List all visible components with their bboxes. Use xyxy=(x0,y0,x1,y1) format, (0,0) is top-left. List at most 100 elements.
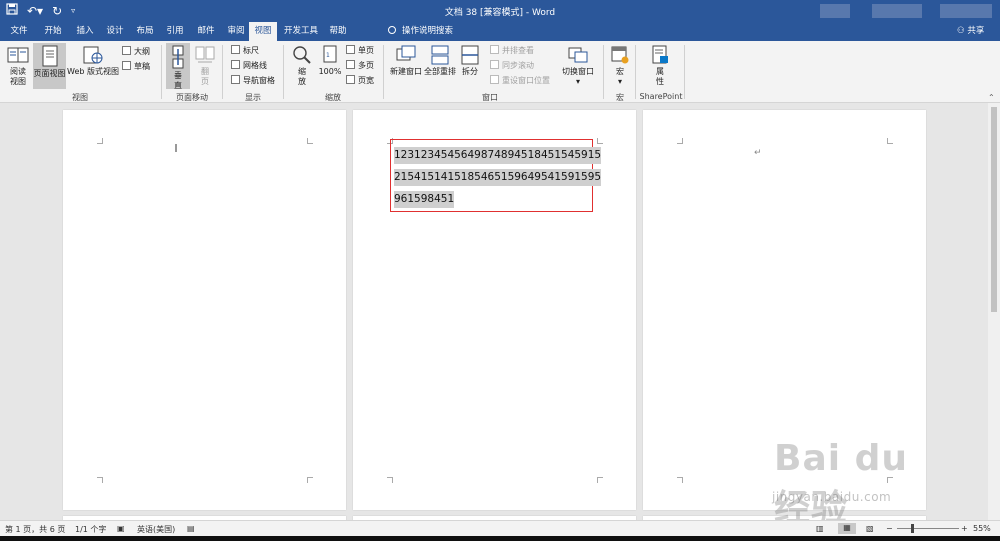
tab-review[interactable]: 审阅 xyxy=(221,22,251,41)
one-page-button[interactable]: 单页 xyxy=(346,45,374,57)
gridlines-label: 网格线 xyxy=(243,61,267,70)
zoom-100-button[interactable]: 1 100% xyxy=(317,45,343,89)
tab-home[interactable]: 开始 xyxy=(38,22,68,41)
zoom-slider[interactable] xyxy=(897,524,959,533)
web-layout-icon xyxy=(83,46,103,64)
print-layout-button[interactable]: 页面视图 xyxy=(33,43,66,89)
multiple-pages-icon xyxy=(346,60,355,69)
ruler-checkbox[interactable]: 标尺 xyxy=(231,45,259,57)
draft-icon xyxy=(122,61,131,70)
zoom-group-label: 缩放 xyxy=(325,93,341,102)
crop-mark xyxy=(887,138,893,144)
draft-button[interactable]: 草稿 xyxy=(122,61,150,73)
gridlines-checkbox[interactable]: 网格线 xyxy=(231,60,267,72)
ribbon-tabs: 文件 开始 插入 设计 布局 引用 邮件 审阅 视图 开发工具 帮助 操作说明搜… xyxy=(0,22,1000,41)
proofing-icon[interactable]: ▣ xyxy=(117,524,125,533)
collapse-ribbon-icon[interactable]: ⌃ xyxy=(988,93,995,102)
tab-mailings[interactable]: 邮件 xyxy=(191,22,221,41)
zoom-slider-thumb[interactable] xyxy=(911,524,914,533)
split-icon xyxy=(461,45,479,65)
ribbon: 阅读 视图 页面视图 Web 版式视图 大纲 草稿 视图 垂 直 翻 页 页面移… xyxy=(0,41,1000,103)
read-mode-view-icon[interactable]: ▥ xyxy=(816,524,824,533)
crop-mark xyxy=(307,138,313,144)
print-layout-view-icon[interactable]: ▦ xyxy=(838,523,856,534)
language[interactable]: 英语(美国) xyxy=(137,524,175,535)
ruler-check-icon xyxy=(231,45,240,54)
page-movement-group-label: 页面移动 xyxy=(176,93,208,102)
vertical-scrollbar[interactable] xyxy=(988,103,1000,520)
tab-insert[interactable]: 插入 xyxy=(70,22,100,41)
new-window-button[interactable]: 新建窗口 xyxy=(388,45,424,89)
zoom-percent[interactable]: 55% xyxy=(973,524,991,533)
vertical-button[interactable]: 垂 直 xyxy=(166,43,190,90)
web-layout-view-icon[interactable]: ▧ xyxy=(866,524,874,533)
nav-pane-check-icon xyxy=(231,75,240,84)
tab-references[interactable]: 引用 xyxy=(160,22,190,41)
arrange-all-button[interactable]: 全部重排 xyxy=(423,45,457,89)
view-side-by-side-label: 并排查看 xyxy=(502,46,534,55)
paragraph-mark-icon: ↵ xyxy=(754,148,762,158)
page-1[interactable] xyxy=(63,110,346,510)
sync-scroll-button[interactable]: 同步滚动 xyxy=(490,60,534,72)
split-label: 拆分 xyxy=(462,67,478,76)
macro-recording-icon[interactable]: ▤ xyxy=(187,524,195,533)
zoom-out-button[interactable]: − xyxy=(886,524,893,533)
text-line-1[interactable]: 1231234545649874894518451545915 xyxy=(394,147,602,164)
page-3[interactable]: ↵ xyxy=(643,110,926,510)
group-separator xyxy=(283,45,284,99)
tab-layout[interactable]: 布局 xyxy=(130,22,160,41)
text-line-3[interactable]: 961598451 xyxy=(394,191,455,208)
word-count[interactable]: 1/1 个字 xyxy=(75,524,106,535)
zoom-button[interactable]: 缩 放 xyxy=(290,45,314,89)
nav-pane-checkbox[interactable]: 导航窗格 xyxy=(231,75,275,87)
document-area[interactable]: ↵ 1231234545649874894518451545915 215415… xyxy=(0,103,1000,520)
scrollbar-thumb[interactable] xyxy=(991,107,997,312)
account-area[interactable] xyxy=(820,4,850,18)
share-button[interactable]: ⚇ 共享 xyxy=(957,22,984,41)
view-side-by-side-icon xyxy=(490,45,499,54)
gridlines-check-icon xyxy=(231,60,240,69)
crop-mark xyxy=(677,477,683,483)
properties-label: 属 性 xyxy=(656,67,664,86)
account-area-2[interactable] xyxy=(872,4,922,18)
read-mode-button[interactable]: 阅读 视图 xyxy=(4,45,32,89)
crop-mark xyxy=(677,138,683,144)
properties-button[interactable]: 属 性 xyxy=(646,45,674,89)
web-layout-button[interactable]: Web 版式视图 xyxy=(67,45,119,89)
share-label: 共享 xyxy=(967,26,985,36)
reset-window-position-button[interactable]: 重设窗口位置 xyxy=(490,75,550,87)
switch-windows-label: 切换窗口 xyxy=(562,67,594,76)
multiple-pages-button[interactable]: 多页 xyxy=(346,60,374,72)
draft-label: 草稿 xyxy=(134,62,150,71)
page-count[interactable]: 第 1 页，共 6 页 xyxy=(5,524,65,535)
tab-design[interactable]: 设计 xyxy=(100,22,130,41)
vertical-label: 垂 直 xyxy=(174,71,182,90)
title-bar: ↶▾ ↻ ▿ 文档 38 [兼容模式] - Word xyxy=(0,0,1000,22)
side-to-side-button[interactable]: 翻 页 xyxy=(193,45,217,89)
switch-windows-button[interactable]: 切换窗口 ▾ xyxy=(558,45,598,89)
group-separator xyxy=(161,45,162,99)
tab-developer[interactable]: 开发工具 xyxy=(281,22,321,41)
crop-mark xyxy=(597,138,603,144)
page-width-button[interactable]: 页宽 xyxy=(346,75,374,87)
tab-file[interactable]: 文件 xyxy=(4,22,34,41)
text-line-2[interactable]: 2154151415185465159649541591595 xyxy=(394,169,602,186)
outline-label: 大纲 xyxy=(134,47,150,56)
window-title: 文档 38 [兼容模式] - Word xyxy=(444,8,556,18)
outline-button[interactable]: 大纲 xyxy=(122,46,150,58)
window-controls[interactable] xyxy=(940,4,992,18)
split-button[interactable]: 拆分 xyxy=(458,45,482,89)
crop-mark xyxy=(97,138,103,144)
multiple-pages-label: 多页 xyxy=(358,61,374,70)
tab-view[interactable]: 视图 xyxy=(249,22,277,41)
sync-scroll-icon xyxy=(490,60,499,69)
read-mode-label: 阅读 视图 xyxy=(10,67,26,86)
zoom-in-button[interactable]: + xyxy=(961,524,968,533)
macros-button[interactable]: 宏 ▾ xyxy=(608,45,632,89)
tell-me-search[interactable]: 操作说明搜索 xyxy=(388,22,453,41)
view-side-by-side-button[interactable]: 并排查看 xyxy=(490,45,534,57)
crop-mark xyxy=(97,477,103,483)
new-window-icon xyxy=(396,45,416,61)
macros-group-label: 宏 xyxy=(616,93,624,102)
tab-help[interactable]: 帮助 xyxy=(324,22,352,41)
